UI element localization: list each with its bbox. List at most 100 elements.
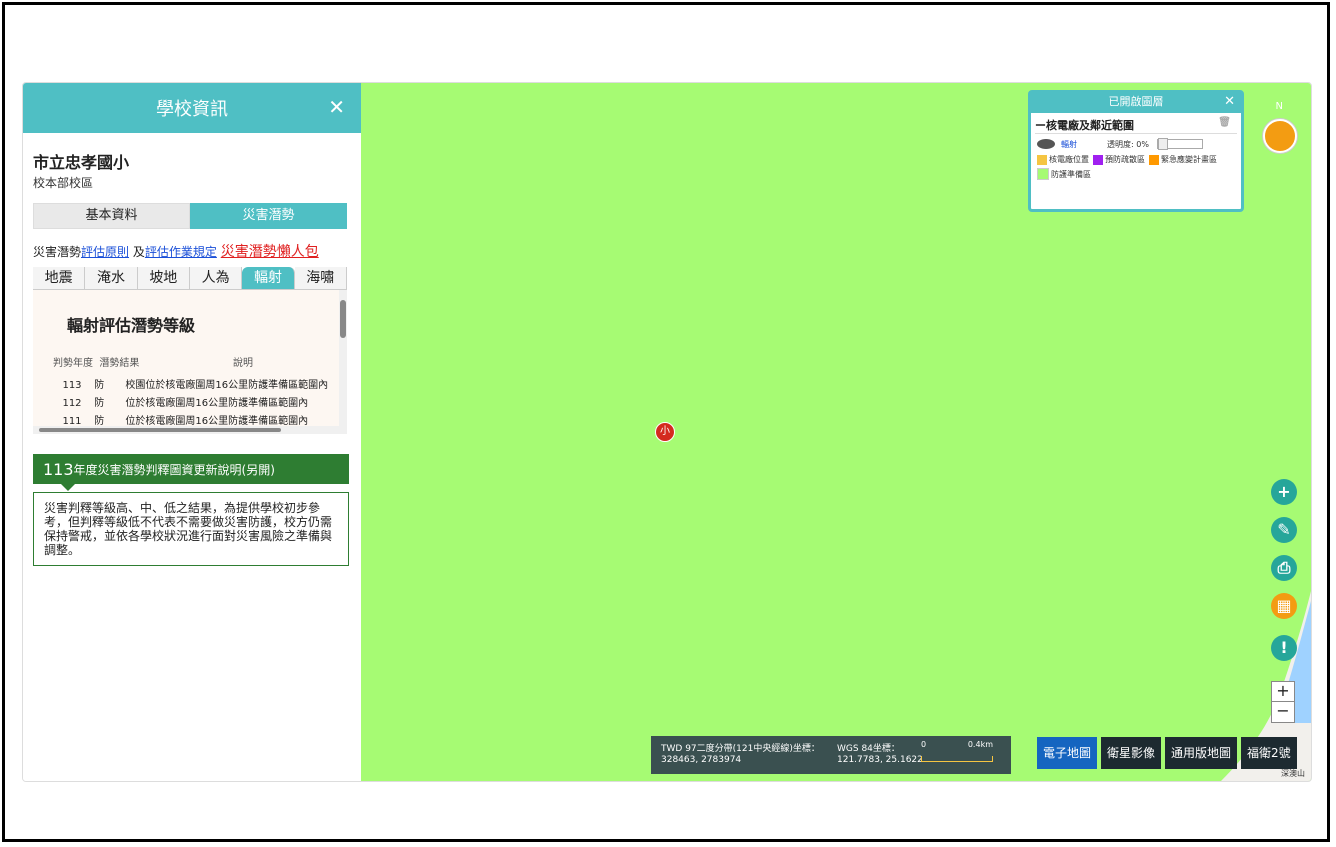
hazard-tabs: 地震 淹水 坡地 人為 輻射 海嘯 [33, 267, 347, 290]
map-canvas[interactable]: 小 已開啟圖層 ✕ ー核電廠及鄰近範圍 🗑 輻射 透明度: 0% 核電廠位置 預… [361, 83, 1311, 781]
tab-slope[interactable]: 坡地 [137, 267, 190, 289]
link-principle[interactable]: 評估原則 [81, 245, 129, 259]
legend-item: 核電廠位置 [1037, 154, 1089, 165]
cell-desc: 位於核電廠圍周16公里防護準備區範圍內 [125, 398, 309, 409]
link-hazard-pack[interactable]: 災害潛勢懶人包 [221, 244, 319, 260]
zoom-out-button[interactable]: − [1271, 701, 1295, 723]
legend-swatch [1037, 154, 1047, 165]
twd-label: TWD 97二度分帶(121中央經線)坐標： [661, 744, 820, 754]
compass-north-label: N [1275, 101, 1283, 112]
legend-item: 緊急應變計畫區 [1149, 154, 1217, 165]
header-result: 潛勢結果 [99, 358, 140, 369]
legend-swatch [1149, 154, 1159, 165]
scale-bar: 0 0.4km [921, 740, 993, 762]
notice-title: 年度災害潛勢判釋圖資更新說明(另開) [73, 462, 275, 477]
layer-panel: 已開啟圖層 ✕ ー核電廠及鄰近範圍 🗑 輻射 透明度: 0% 核電廠位置 預防疏… [1028, 90, 1244, 212]
link-rules[interactable]: 評估作業規定 [145, 245, 217, 259]
twd-value: 328463, 2783974 [661, 755, 742, 765]
tab-flood[interactable]: 淹水 [85, 267, 138, 289]
opacity-slider[interactable] [1156, 138, 1203, 150]
basemap-electronic[interactable]: 電子地圖 [1037, 737, 1098, 769]
basemap-general[interactable]: 通用版地圖 [1165, 737, 1238, 769]
add-icon[interactable]: + [1271, 479, 1297, 505]
vertical-scrollbar[interactable] [339, 290, 347, 434]
basemap-formosat2[interactable]: 福衛2號 [1241, 737, 1297, 769]
tab-hazard[interactable]: 災害潛勢 [190, 203, 347, 229]
print-icon[interactable]: ⎙ [1271, 555, 1297, 581]
table-row: 112 防 位於核電廠圍周16公里防護準備區範圍內 [53, 394, 308, 409]
eye-icon[interactable] [1037, 139, 1055, 149]
opacity-label: 透明度: 0% [1107, 139, 1149, 149]
campus-name: 校本部校區 [33, 176, 94, 190]
update-notice-link[interactable]: 113 年度災害潛勢判釋圖資更新說明(另開) [33, 454, 349, 491]
tab-earthquake[interactable]: 地震 [33, 267, 86, 289]
legend-item: 防護準備區 [1037, 168, 1091, 180]
scroll-thumb[interactable] [340, 300, 346, 338]
tab-tsunami[interactable]: 海嘯 [294, 267, 347, 289]
legend: 核電廠位置 預防疏散區 緊急應變計畫區 防護準備區 [1037, 154, 1235, 183]
layer-type: 輻射 [1061, 139, 1077, 149]
school-marker[interactable]: 小 [655, 422, 675, 442]
close-icon[interactable]: ✕ [328, 95, 345, 119]
horizontal-scrollbar[interactable] [33, 426, 339, 434]
hazard-links: 災害潛勢評估原則 及評估作業規定 災害潛勢懶人包 [33, 241, 351, 261]
table-header: 判勢年度 潛勢結果 說明 [53, 354, 253, 369]
header-year: 判勢年度 [53, 358, 93, 369]
cell-result: 防 [94, 416, 105, 427]
wgs-value: 121.7783, 25.1622 [837, 755, 923, 765]
map-app: 學校資訊 ✕ 市立忠孝國小 校本部校區 基本資料 災害潛勢 災害潛勢評估原則 及… [22, 82, 1312, 782]
section-title: 輻射評估潛勢等級 [67, 316, 196, 335]
cell-year: 112 [62, 398, 82, 409]
cell-result: 防 [94, 380, 105, 391]
layer-panel-title: 已開啟圖層 [1108, 95, 1164, 108]
alert-icon[interactable]: ! [1271, 635, 1297, 661]
notice-year: 113 [43, 459, 74, 479]
tab-human[interactable]: 人為 [189, 267, 243, 289]
scale-start: 0 [921, 740, 927, 749]
tab-radiation[interactable]: 輻射 [242, 267, 295, 289]
coordinate-bar: TWD 97二度分帶(121中央經線)坐標： 328463, 2783974 W… [651, 736, 1011, 774]
table-row: 113 防 校園位於核電廠圍周16公里防護準備區範圍內 [53, 376, 328, 391]
legend-swatch [1037, 168, 1049, 180]
place-label: 深澳山 [1281, 769, 1305, 778]
legend-swatch [1093, 154, 1103, 165]
legend-label: 緊急應變計畫區 [1161, 155, 1217, 164]
legend-label: 核電廠位置 [1049, 155, 1089, 164]
legend-label: 防護準備區 [1051, 169, 1091, 179]
school-name: 市立忠孝國小 [33, 153, 130, 172]
legend-label: 預防疏散區 [1105, 155, 1145, 164]
layer-panel-header: 已開啟圖層 ✕ [1031, 93, 1241, 113]
school-info-panel: 學校資訊 ✕ 市立忠孝國小 校本部校區 基本資料 災害潛勢 災害潛勢評估原則 及… [23, 83, 362, 781]
cell-desc: 校園位於核電廠圍周16公里防護準備區範圍內 [125, 380, 329, 391]
legend-item: 預防疏散區 [1093, 154, 1145, 165]
notice-text: 災害判釋等級高、中、低之結果，為提供學校初步參考，但判釋等級低不代表不需要做災害… [33, 492, 349, 566]
trash-icon[interactable]: 🗑 [1218, 117, 1231, 128]
tab-basic-info[interactable]: 基本資料 [33, 203, 190, 229]
header-desc: 說明 [233, 358, 253, 369]
layer-name-text: ー核電廠及鄰近範圍 [1035, 119, 1134, 132]
close-icon[interactable]: ✕ [1224, 93, 1235, 111]
scale-end: 0.4km [967, 740, 993, 749]
book-icon[interactable]: ▦ [1271, 593, 1297, 619]
radiation-content: 輻射評估潛勢等級 判勢年度 潛勢結果 說明 113 防 校園位於核電廠圍周16公… [33, 290, 347, 434]
slider-handle[interactable] [1157, 138, 1168, 150]
layer-controls: 輻射 透明度: 0% [1037, 138, 1235, 150]
basemap-satellite[interactable]: 衛星影像 [1101, 737, 1162, 769]
zoom-in-button[interactable]: + [1271, 681, 1295, 703]
links-and: 及 [132, 245, 145, 259]
cell-result: 防 [94, 398, 105, 409]
table-row: 111 防 位於核電廠圍周16公里防護準備區範圍內 [53, 412, 308, 427]
cell-year: 113 [62, 380, 82, 391]
scroll-thumb[interactable] [39, 428, 281, 432]
main-tabs: 基本資料 災害潛勢 [33, 203, 347, 229]
pen-icon[interactable]: ✎ [1271, 517, 1297, 543]
panel-title: 學校資訊 [156, 99, 228, 120]
wgs-label: WGS 84坐標： [837, 744, 900, 754]
twd-coords: TWD 97二度分帶(121中央經線)坐標： 328463, 2783974 [661, 744, 820, 766]
scale-line [921, 756, 993, 762]
panel-header: 學校資訊 ✕ [23, 83, 361, 133]
links-prefix: 災害潛勢 [33, 245, 82, 259]
layer-name: ー核電廠及鄰近範圍 🗑 [1035, 117, 1237, 134]
compass-icon[interactable] [1263, 119, 1297, 153]
basemap-switcher: 電子地圖 衛星影像 通用版地圖 福衛2號 [1037, 737, 1301, 769]
